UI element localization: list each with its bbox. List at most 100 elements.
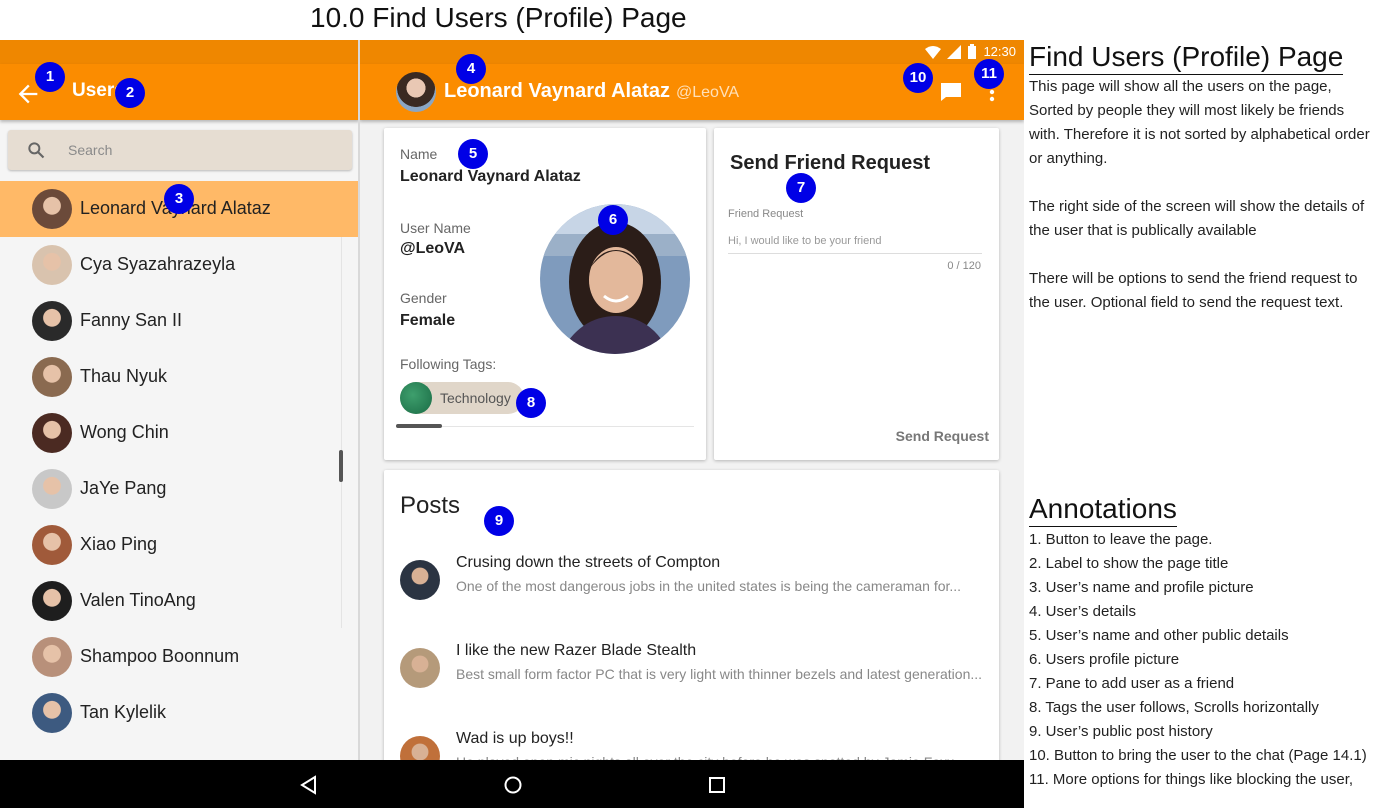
profile-header: Leonard Vaynard Alataz @LeoVA	[444, 80, 739, 103]
wifi-icon	[925, 45, 942, 59]
post-item[interactable]: I like the new Razer Blade Stealth Best s…	[384, 632, 999, 712]
user-list: Leonard Vaynard AlatazCya SyazahrazeylaF…	[0, 181, 358, 741]
user-list-item[interactable]: JaYe Pang	[0, 461, 358, 517]
char-counter: 0 / 120	[947, 260, 981, 272]
annotation-item: 8. Tags the user follows, Scrolls horizo…	[1029, 699, 1319, 716]
avatar	[32, 301, 72, 341]
annotation-item: 5. User’s name and other public details	[1029, 627, 1289, 644]
user-name: Valen TinoAng	[80, 590, 196, 610]
friend-request-input[interactable]	[728, 228, 982, 254]
avatar	[32, 525, 72, 565]
signal-icon	[947, 44, 962, 59]
doc-paragraph: The right side of the screen will show t…	[1029, 198, 1365, 239]
battery-icon	[968, 44, 977, 59]
post-item[interactable]: Crusing down the streets of Compton One o…	[384, 544, 999, 624]
list-scrollbar[interactable]	[339, 450, 343, 482]
name-value: Leonard Vaynard Alataz	[400, 168, 581, 185]
annotation-item: 4. User’s details	[1029, 603, 1136, 620]
search-icon	[28, 142, 45, 159]
user-name: JaYe Pang	[80, 478, 167, 498]
friend-request-label: Friend Request	[728, 208, 804, 220]
user-name: Cya Syazahrazeyla	[80, 254, 236, 274]
annotation-item: 1. Button to leave the page.	[1029, 531, 1213, 548]
annotations-list: 1. Button to leave the page. 2. Label to …	[1029, 528, 1384, 792]
annotation-item: 9. User’s public post history	[1029, 723, 1213, 740]
post-title: Crusing down the streets of Compton	[456, 554, 721, 571]
marker-6: 6	[598, 205, 628, 235]
user-list-item[interactable]: Fanny San II	[0, 293, 358, 349]
post-snippet: Best small form factor PC that is very l…	[456, 666, 983, 682]
doc-panel: Find Users (Profile) Page This page will…	[1029, 40, 1379, 315]
tag-technology-icon	[400, 382, 432, 414]
user-list-item[interactable]: Shampoo Boonnum	[0, 629, 358, 685]
annotation-item: 6. Users profile picture	[1029, 651, 1180, 668]
annotations-heading: Annotations	[1029, 492, 1177, 527]
tag-chip-technology[interactable]: Technology	[400, 382, 524, 414]
status-bar: 12:30	[0, 40, 1024, 64]
user-list-item[interactable]: Xiao Ping	[0, 517, 358, 573]
user-name: Fanny San II	[80, 310, 183, 330]
avatar	[32, 189, 72, 229]
annotation-item: 7. Pane to add user as a friend	[1029, 675, 1235, 692]
user-list-item[interactable]: Valen TinoAng	[0, 573, 358, 629]
marker-10: 10	[903, 63, 933, 93]
annotation-item: 2. Label to show the page title	[1029, 555, 1229, 572]
page-heading: 10.0 Find Users (Profile) Page	[310, 2, 687, 33]
profile-header-name: Leonard Vaynard Alataz	[444, 80, 670, 102]
doc-paragraph: This page will show all the users on the…	[1029, 78, 1370, 167]
avatar	[32, 357, 72, 397]
user-list-item[interactable]: Thau Nyuk	[0, 349, 358, 405]
marker-4: 4	[456, 54, 486, 84]
marker-3: 3	[164, 184, 194, 214]
annotation-item: 10. Button to bring the user to the chat…	[1029, 747, 1367, 764]
marker-11: 11	[974, 59, 1004, 89]
avatar	[32, 245, 72, 285]
home-circle-icon[interactable]	[502, 774, 524, 796]
user-name: Thau Nyuk	[80, 366, 168, 386]
doc-heading: Find Users (Profile) Page	[1029, 40, 1344, 75]
recents-square-icon[interactable]	[706, 774, 728, 796]
status-time: 12:30	[983, 44, 1016, 59]
post-title: Wad is up boys!!	[456, 730, 574, 747]
tag-scrollbar[interactable]	[396, 424, 442, 428]
user-list-item[interactable]: Cya Syazahrazeyla	[0, 237, 358, 293]
post-avatar	[400, 560, 440, 600]
user-list-pane: Leonard Vaynard AlatazCya SyazahrazeylaF…	[0, 120, 358, 768]
avatar	[32, 637, 72, 677]
tags-label: Following Tags:	[400, 356, 497, 372]
user-list-item[interactable]: Tan Kylelik	[0, 685, 358, 741]
user-name: Wong Chin	[80, 422, 169, 442]
nav-bar	[0, 760, 1024, 808]
username-value: @LeoVA	[400, 240, 466, 257]
friend-request-title: Send Friend Request	[730, 152, 931, 174]
avatar	[32, 413, 72, 453]
annotation-item: 11. More options for things like blockin…	[1029, 771, 1354, 788]
pane-divider	[358, 40, 360, 768]
marker-7: 7	[786, 173, 816, 203]
posts-title: Posts	[400, 492, 461, 519]
back-triangle-icon[interactable]	[298, 774, 320, 796]
name-label: Name	[400, 146, 438, 162]
user-list-item[interactable]: Wong Chin	[0, 405, 358, 461]
avatar	[32, 581, 72, 621]
search-bar[interactable]	[8, 130, 352, 170]
marker-1: 1	[35, 62, 65, 92]
marker-8: 8	[516, 388, 546, 418]
post-title: I like the new Razer Blade Stealth	[456, 642, 697, 659]
friend-request-card: Send Friend Request Friend Request 0 / 1…	[714, 128, 999, 460]
username-label: User Name	[400, 220, 471, 236]
search-input[interactable]	[68, 138, 338, 162]
post-avatar	[400, 648, 440, 688]
avatar	[32, 693, 72, 733]
user-name: Tan Kylelik	[80, 702, 167, 722]
user-name: Shampoo Boonnum	[80, 646, 240, 666]
user-details-card: Name Leonard Vaynard Alataz User Name @L…	[384, 128, 706, 460]
gender-label: Gender	[400, 290, 447, 306]
doc-paragraph: There will be options to send the friend…	[1029, 270, 1358, 311]
marker-2: 2	[115, 78, 145, 108]
send-request-button[interactable]: Send Request	[896, 428, 989, 444]
chat-icon[interactable]	[940, 82, 962, 102]
post-snippet: One of the most dangerous jobs in the un…	[456, 578, 962, 594]
marker-9: 9	[484, 506, 514, 536]
annotation-item: 3. User’s name and profile picture	[1029, 579, 1254, 596]
